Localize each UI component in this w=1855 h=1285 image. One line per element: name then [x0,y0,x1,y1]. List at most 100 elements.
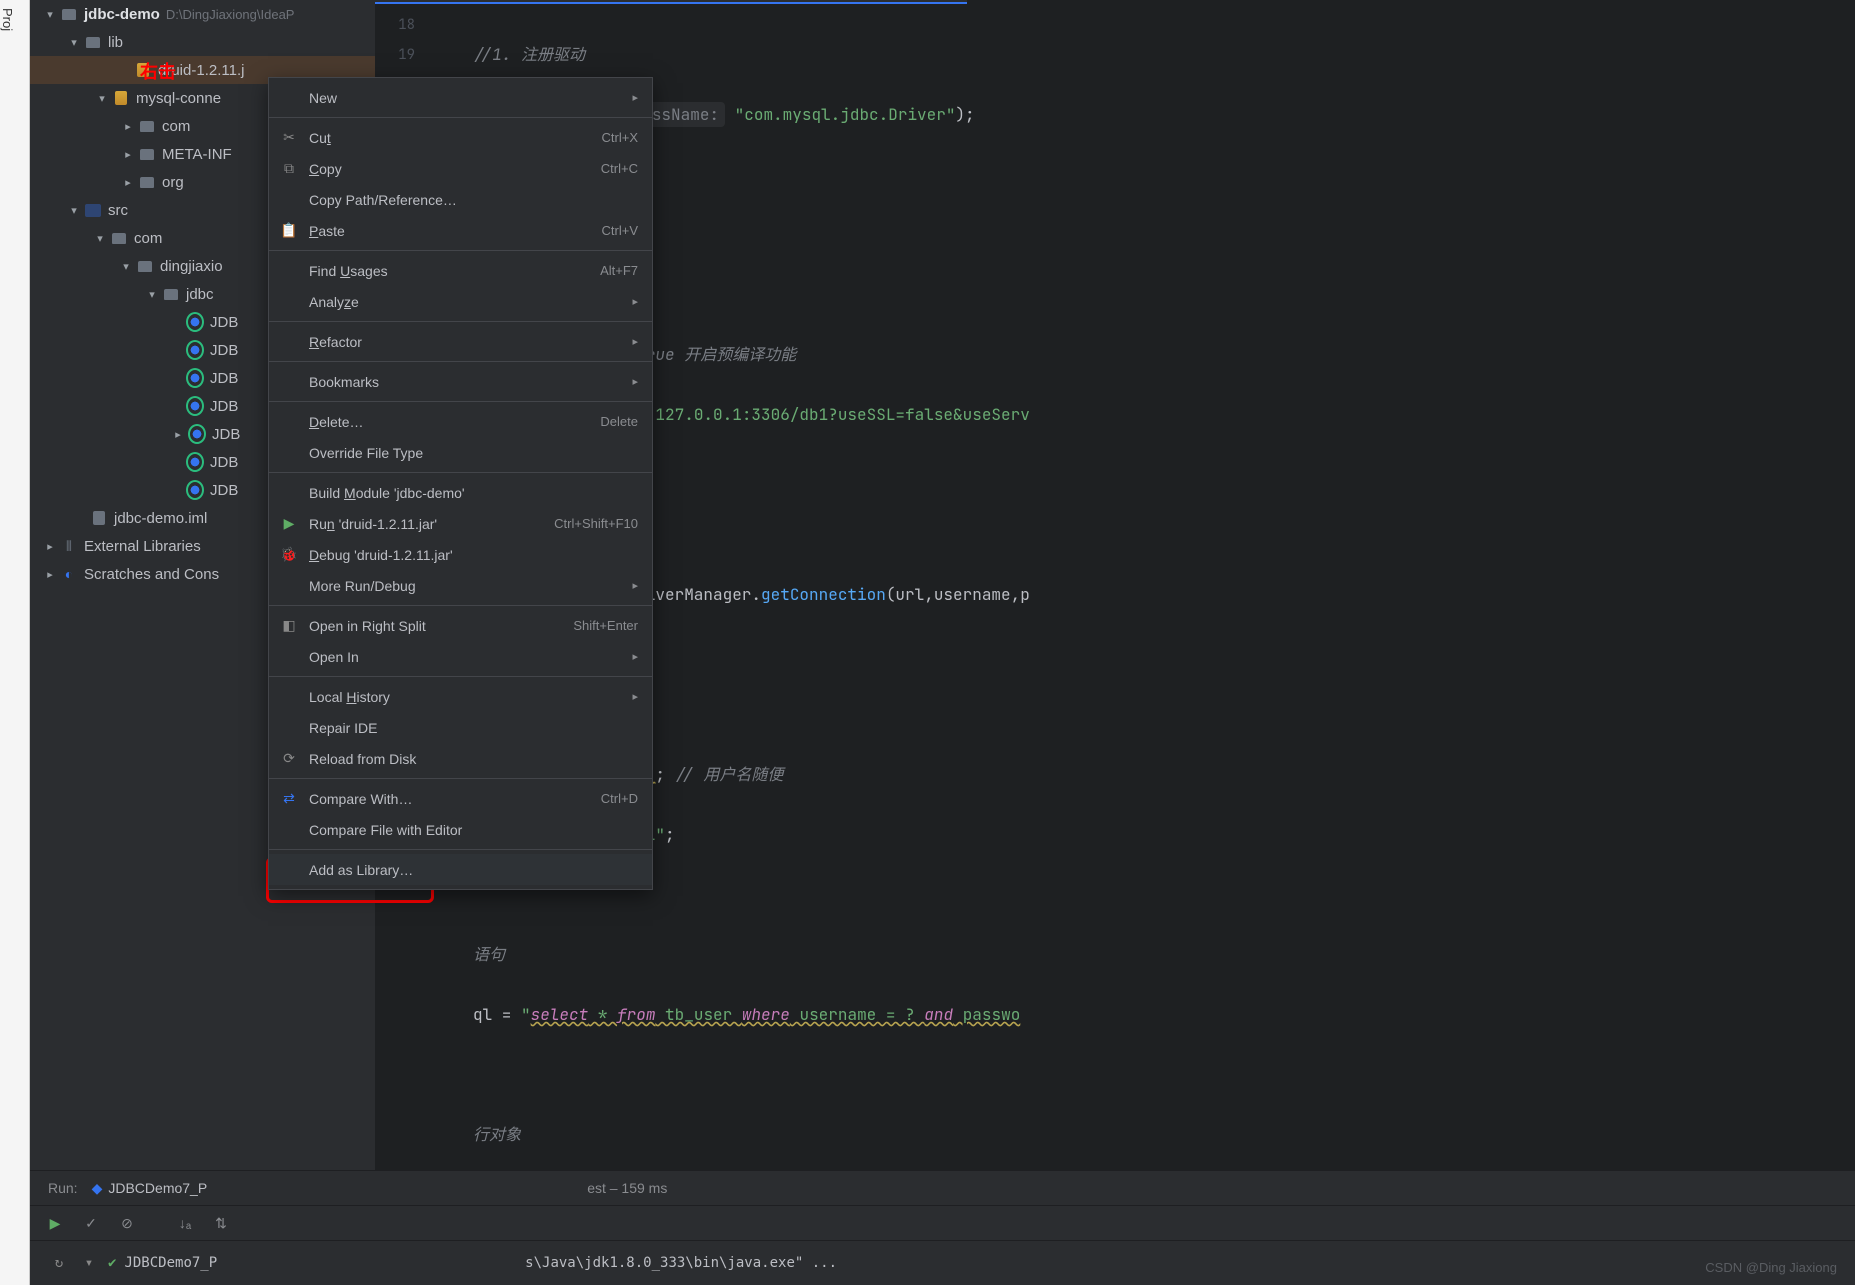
menu-separator [269,676,652,677]
chevron-right-icon: ▸ [632,295,638,308]
run-output: s\Java\jdk1.8.0_333\bin\java.exe" ... [525,1255,837,1271]
code-token: ); [955,104,974,125]
menu-separator [269,250,652,251]
menu-open-in[interactable]: Open In▸ [269,641,652,672]
chevron-right-icon[interactable]: ▸ [120,118,136,134]
package-icon [136,257,154,275]
tree-label: org [162,174,184,191]
code-token: select [531,1004,589,1025]
code-token: ql = [473,1004,521,1025]
menu-cut[interactable]: ✂CutCtrl+X [269,122,652,153]
menu-more-run[interactable]: More Run/Debug▸ [269,570,652,601]
sort-icon[interactable]: ↓ₐ [174,1212,196,1234]
chevron-down-icon[interactable]: ▾ [42,6,58,22]
code-token: "com.mysql.jdbc.Driver" [725,104,955,125]
tree-label: Scratches and Cons [84,566,219,583]
line-number: 19 [375,40,415,70]
menu-label: Open In [309,649,632,665]
rerun-icon[interactable]: ↻ [48,1252,70,1274]
menu-local-history[interactable]: Local History▸ [269,681,652,712]
menu-copy[interactable]: ⧉CopyCtrl+C [269,153,652,184]
menu-debug[interactable]: 🐞Debug 'druid-1.2.11.jar' [269,539,652,570]
menu-compare[interactable]: ⇄Compare With…Ctrl+D [269,783,652,814]
menu-analyze[interactable]: Analyze▸ [269,286,652,317]
tree-label: jdbc-demo [84,6,160,23]
menu-compare-editor[interactable]: Compare File with Editor [269,814,652,845]
disable-icon[interactable]: ⊘ [116,1212,138,1234]
chevron-right-icon[interactable]: ▸ [120,146,136,162]
filter-icon[interactable]: ⇅ [210,1212,232,1234]
tree-lib[interactable]: ▾ lib [30,28,375,56]
run-tab-label: JDBCDemo7_P [108,1180,207,1196]
code-token: username = ? [790,1004,924,1025]
chevron-down-icon[interactable]: ▾ [66,34,82,50]
tree-path: D:\DingJiaxiong\IdeaP [166,7,295,22]
tree-label: src [108,202,128,219]
menu-label: Run 'druid-1.2.11.jar' [309,516,554,532]
menu-separator [269,361,652,362]
watermark: CSDN @Ding Jiaxiong [1705,1260,1837,1275]
menu-open-split[interactable]: ◧Open in Right SplitShift+Enter [269,610,652,641]
menu-refactor[interactable]: Refactor▸ [269,326,652,357]
chevron-right-icon[interactable]: ▸ [120,174,136,190]
code-token: ; [665,824,675,845]
chevron-down-icon[interactable]: ▾ [144,286,160,302]
menu-run[interactable]: ▶Run 'druid-1.2.11.jar'Ctrl+Shift+F10 [269,508,652,539]
chevron-right-icon[interactable]: ▸ [42,566,58,582]
chevron-down-icon[interactable]: ▾ [94,90,110,106]
chevron-right-icon[interactable]: ▸ [170,426,186,442]
menu-add-library[interactable]: Add as Library… [269,854,652,885]
run-label: Run: [48,1180,78,1196]
menu-label: Reload from Disk [309,751,638,767]
src-folder-icon [84,201,102,219]
menu-label: Local History [309,689,632,705]
menu-find-usages[interactable]: Find UsagesAlt+F7 [269,255,652,286]
run-tab[interactable]: ◆ JDBCDemo7_P [92,1180,208,1197]
code-token: // 用户名随便 [675,764,784,785]
code-token: " [521,1004,531,1025]
menu-label: More Run/Debug [309,578,632,594]
chevron-right-icon: ▸ [632,375,638,388]
menu-new[interactable]: New▸ [269,82,652,113]
menu-reload[interactable]: ⟳ Reload from Disk [269,743,652,774]
menu-override[interactable]: Override File Type [269,437,652,468]
chevron-down-icon[interactable]: ▾ [66,202,82,218]
code-token: and [924,1004,953,1025]
menu-bookmarks[interactable]: Bookmarks▸ [269,366,652,397]
menu-separator [269,849,652,850]
chevron-down-icon[interactable]: ▾ [78,1252,100,1274]
project-tool-tab[interactable]: Proj [0,0,30,1285]
tree-label: JDB [212,426,240,443]
chevron-down-icon[interactable]: ▾ [92,230,108,246]
menu-separator [269,605,652,606]
menu-delete[interactable]: Delete…Delete [269,406,652,437]
menu-separator [269,117,652,118]
menu-label: Refactor [309,334,632,350]
code-token: passwo [953,1004,1020,1025]
menu-label: Paste [309,223,602,239]
reload-icon: ⟳ [279,749,299,769]
chevron-right-icon[interactable]: ▸ [42,538,58,554]
run-icon[interactable]: ▶ [44,1212,66,1234]
chevron-down-icon[interactable]: ▾ [118,258,134,274]
paste-icon: 📋 [279,221,299,241]
tree-label: mysql-conne [136,90,221,107]
menu-repair[interactable]: Repair IDE [269,712,652,743]
menu-label: Override File Type [309,445,638,461]
code-token: 行对象 [473,1124,521,1145]
menu-label: Delete… [309,414,600,430]
menu-shortcut: Ctrl+C [601,161,638,176]
menu-build[interactable]: Build Module 'jdbc-demo' [269,477,652,508]
menu-label: Analyze [309,294,632,310]
tree-root[interactable]: ▾ jdbc-demo D:\DingJiaxiong\IdeaP [30,0,375,28]
file-icon [90,509,108,527]
menu-copy-path[interactable]: Copy Path/Reference… [269,184,652,215]
menu-label: Open in Right Split [309,618,573,634]
menu-label: Bookmarks [309,374,632,390]
check-icon[interactable]: ✓ [80,1212,102,1234]
tree-label: JDB [210,482,238,499]
tree-label: JDB [210,370,238,387]
menu-label: Add as Library… [309,862,638,878]
compare-icon: ⇄ [279,789,299,809]
menu-paste[interactable]: 📋PasteCtrl+V [269,215,652,246]
